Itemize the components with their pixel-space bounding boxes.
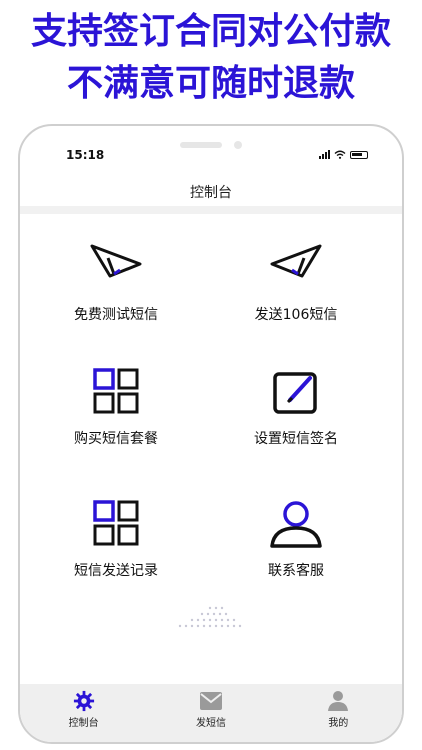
menu-item-sms-send-log[interactable]: 短信发送记录 bbox=[26, 498, 206, 580]
send-icon bbox=[90, 244, 142, 278]
promo-banner-line1: 支持签订合同对公付款 bbox=[30, 11, 391, 52]
phone-frame: 15:18 控制台 免费测试短信 发送106短信 购买短信套餐 设置短信签名 短… bbox=[18, 124, 404, 744]
menu-item-label: 免费测试短信 bbox=[74, 307, 158, 323]
menu-item-buy-sms-package[interactable]: 购买短信套餐 bbox=[26, 366, 206, 448]
tab-send-sms[interactable]: 发短信 bbox=[147, 684, 274, 742]
tab-label: 控制台 bbox=[68, 718, 99, 729]
battery-icon bbox=[350, 151, 368, 159]
header-divider bbox=[20, 206, 402, 214]
menu-item-label: 购买短信套餐 bbox=[74, 431, 158, 447]
person-icon bbox=[328, 691, 349, 711]
menu-item-set-sms-signature[interactable]: 设置短信签名 bbox=[206, 366, 386, 448]
signal-icon bbox=[319, 150, 330, 159]
gear-icon bbox=[73, 690, 94, 712]
speaker-notch bbox=[180, 142, 222, 148]
edit-icon bbox=[273, 372, 317, 414]
user-icon bbox=[270, 501, 322, 548]
status-time: 15:18 bbox=[66, 148, 105, 162]
menu-item-send-106-sms[interactable]: 发送106短信 bbox=[206, 242, 386, 324]
grid-icon bbox=[93, 368, 139, 414]
mail-icon bbox=[199, 692, 222, 710]
grid-icon bbox=[93, 500, 139, 546]
send-icon bbox=[270, 244, 322, 278]
tab-mine[interactable]: 我的 bbox=[275, 684, 402, 742]
bottom-tab-bar: 控制台 发短信 我的 bbox=[20, 684, 402, 742]
tab-console[interactable]: 控制台 bbox=[20, 684, 147, 742]
decorative-dots bbox=[178, 606, 242, 628]
promo-banner-line2: 不满意可随时退款 bbox=[66, 63, 355, 104]
menu-item-free-test-sms[interactable]: 免费测试短信 bbox=[26, 242, 206, 324]
tab-label: 我的 bbox=[328, 718, 349, 729]
wifi-icon bbox=[334, 150, 346, 159]
camera-dot bbox=[234, 141, 242, 149]
status-icons bbox=[319, 150, 368, 159]
menu-item-label: 联系客服 bbox=[268, 563, 324, 579]
menu-item-label: 短信发送记录 bbox=[74, 563, 158, 579]
page-title: 控制台 bbox=[190, 185, 232, 201]
menu-item-label: 发送106短信 bbox=[254, 307, 338, 323]
menu-item-label: 设置短信签名 bbox=[254, 431, 338, 447]
tab-label: 发短信 bbox=[195, 718, 226, 729]
menu-item-contact-support[interactable]: 联系客服 bbox=[206, 498, 386, 580]
